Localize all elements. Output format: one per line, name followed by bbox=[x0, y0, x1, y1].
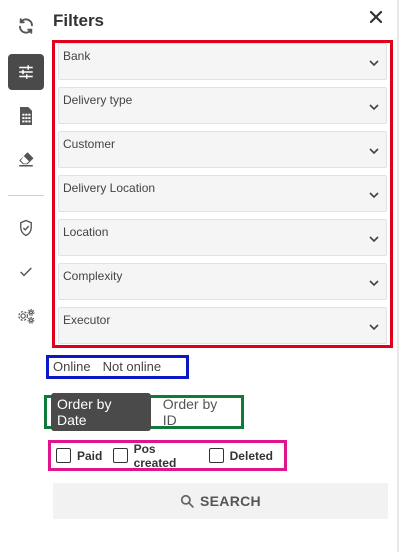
location-select[interactable]: Location bbox=[58, 219, 387, 256]
not-online-option[interactable]: Not online bbox=[99, 358, 166, 376]
online-option[interactable]: Online bbox=[49, 358, 95, 376]
gears-icon bbox=[18, 309, 35, 324]
dropdown-group: Bank Delivery type Customer Delivery Loc… bbox=[52, 40, 393, 348]
bank-select[interactable]: Bank bbox=[58, 43, 387, 80]
checkbox-label: Paid bbox=[77, 448, 103, 463]
select-label: Delivery Location bbox=[63, 181, 156, 195]
chevron-down-icon bbox=[369, 60, 379, 67]
checkbox-label: Pos created bbox=[133, 441, 177, 470]
calculator-document-icon bbox=[20, 107, 32, 125]
checkbox-box[interactable] bbox=[113, 448, 128, 463]
order-by-id-option[interactable]: Order by ID bbox=[157, 393, 241, 431]
chevron-down-icon bbox=[369, 192, 379, 199]
executor-select[interactable]: Executor bbox=[58, 307, 387, 344]
paid-checkbox[interactable]: Paid bbox=[56, 448, 102, 463]
security-button[interactable] bbox=[8, 210, 44, 246]
refresh-icon bbox=[19, 18, 33, 34]
clear-filters-button[interactable] bbox=[8, 141, 44, 177]
approve-button[interactable] bbox=[8, 254, 44, 290]
refresh-button[interactable] bbox=[8, 8, 44, 44]
filters-panel: Filters Bank Delivery type Customer Deli… bbox=[44, 0, 397, 552]
pos-created-checkbox[interactable]: Pos created bbox=[113, 442, 197, 470]
checkbox-group: Paid Pos created Deleted bbox=[48, 440, 287, 471]
deleted-checkbox[interactable]: Deleted bbox=[208, 448, 273, 463]
shield-check-icon bbox=[20, 219, 32, 237]
delivery-location-select[interactable]: Delivery Location bbox=[58, 175, 387, 212]
select-label: Executor bbox=[63, 313, 111, 327]
chevron-down-icon bbox=[369, 104, 379, 111]
chevron-down-icon bbox=[369, 236, 379, 243]
search-button[interactable]: SEARCH bbox=[53, 483, 388, 519]
checkbox-label: Deleted bbox=[229, 448, 273, 463]
chevron-down-icon bbox=[369, 280, 379, 287]
check-icon bbox=[20, 267, 32, 277]
search-icon bbox=[180, 494, 194, 508]
chevron-down-icon bbox=[369, 148, 379, 155]
delivery-type-select[interactable]: Delivery type bbox=[58, 87, 387, 124]
eraser-icon bbox=[19, 152, 34, 167]
order-by-date-option[interactable]: Order by Date bbox=[51, 393, 151, 431]
filters-button[interactable] bbox=[8, 54, 44, 90]
customer-select[interactable]: Customer bbox=[58, 131, 387, 168]
select-label: Delivery type bbox=[63, 93, 133, 107]
checkbox-box[interactable] bbox=[208, 448, 224, 463]
settings-button[interactable] bbox=[8, 298, 44, 334]
select-label: Complexity bbox=[63, 269, 123, 283]
select-label: Customer bbox=[63, 137, 116, 151]
chevron-down-icon bbox=[369, 324, 379, 331]
close-icon bbox=[369, 10, 383, 24]
search-label: SEARCH bbox=[200, 493, 261, 509]
sidebar-rail bbox=[0, 0, 47, 552]
checkbox-box[interactable] bbox=[56, 448, 71, 463]
complexity-select[interactable]: Complexity bbox=[58, 263, 387, 300]
close-button[interactable] bbox=[369, 10, 385, 26]
report-button[interactable] bbox=[8, 98, 44, 134]
sliders-icon bbox=[19, 65, 33, 79]
rail-divider bbox=[8, 195, 44, 196]
select-label: Location bbox=[63, 225, 109, 239]
online-toggle: Online Not online bbox=[46, 355, 189, 379]
order-toggle: Order by Date Order by ID bbox=[44, 393, 244, 431]
panel-title: Filters bbox=[53, 11, 105, 30]
select-label: Bank bbox=[63, 49, 91, 63]
